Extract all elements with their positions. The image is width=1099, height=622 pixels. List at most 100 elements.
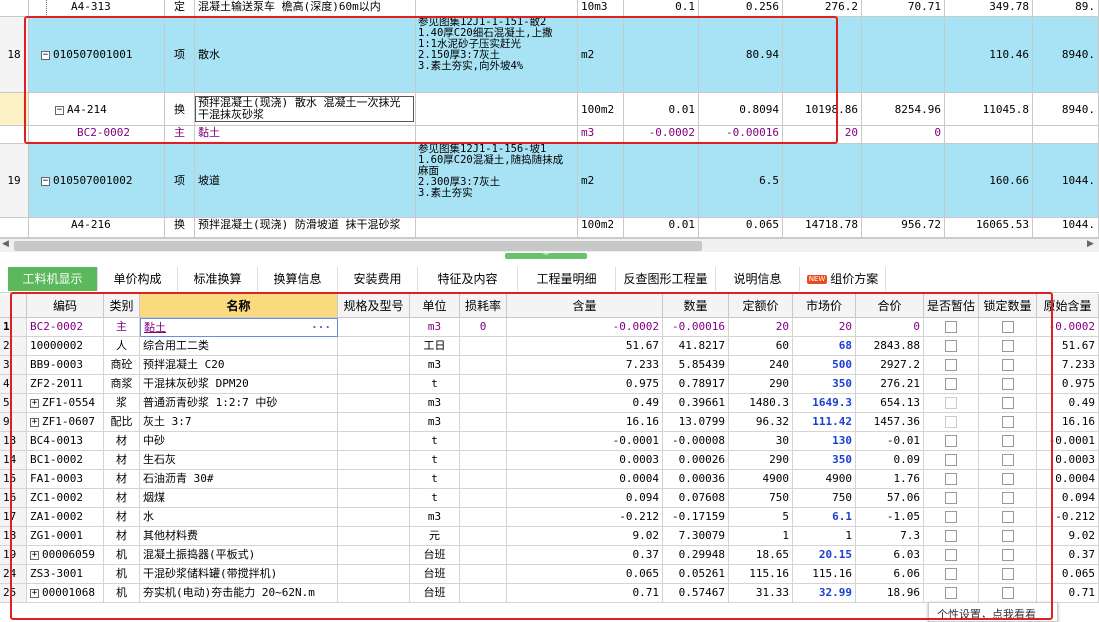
- bill-cell-c3[interactable]: [783, 17, 862, 93]
- column-header-loss[interactable]: 损耗率: [460, 294, 507, 318]
- cell-est[interactable]: [924, 432, 979, 451]
- bill-cell-code[interactable]: BC2-0002: [29, 126, 165, 144]
- cell-lock[interactable]: [979, 337, 1037, 356]
- cell-no[interactable]: 19: [0, 546, 27, 565]
- bill-cell-c5[interactable]: 160.66: [945, 144, 1033, 218]
- scroll-left-arrow[interactable]: ◀: [2, 239, 9, 249]
- scrollbar-thumb[interactable]: [14, 241, 702, 251]
- cell-est[interactable]: [924, 356, 979, 375]
- collapse-toggle-icon[interactable]: −: [55, 105, 64, 115]
- cell-spec[interactable]: [338, 546, 410, 565]
- cell-orig[interactable]: 7.233: [1037, 356, 1099, 375]
- bill-cell-type[interactable]: 主: [165, 126, 195, 144]
- cell-no[interactable]: 13: [0, 432, 27, 451]
- panel-splitter[interactable]: ︾: [0, 252, 1099, 260]
- cell-quota[interactable]: 4900: [729, 470, 793, 489]
- bill-cell-c1[interactable]: 0.1: [624, 0, 699, 17]
- cell-code[interactable]: BB9-0003: [27, 356, 104, 375]
- checkbox[interactable]: [945, 492, 957, 504]
- bill-cell-desc[interactable]: [416, 93, 578, 126]
- cell-name[interactable]: 水: [140, 508, 338, 527]
- bill-cell-c5[interactable]: 349.78: [945, 0, 1033, 17]
- cell-total[interactable]: 7.3: [856, 527, 924, 546]
- cell-lock[interactable]: [979, 489, 1037, 508]
- cell-content[interactable]: -0.212: [507, 508, 663, 527]
- cell-loss[interactable]: [460, 413, 507, 432]
- bill-cell-unit[interactable]: m3: [578, 126, 624, 144]
- checkbox[interactable]: [1001, 473, 1014, 485]
- cell-quota[interactable]: 1: [729, 527, 793, 546]
- column-header-name[interactable]: 名称: [140, 294, 338, 318]
- cell-content[interactable]: 9.02: [507, 527, 663, 546]
- cell-content[interactable]: 0.975: [507, 375, 663, 394]
- checkbox[interactable]: [945, 359, 957, 371]
- cell-type[interactable]: 人: [104, 337, 140, 356]
- bill-cell-unit[interactable]: m2: [578, 144, 624, 218]
- cell-market[interactable]: 111.42: [793, 413, 856, 432]
- cell-est[interactable]: [924, 584, 979, 603]
- cell-no[interactable]: 25: [0, 584, 27, 603]
- scroll-right-arrow[interactable]: ▶: [1087, 239, 1094, 249]
- cell-unit[interactable]: 元: [410, 527, 460, 546]
- checkbox[interactable]: [1001, 359, 1014, 371]
- cell-content[interactable]: 51.67: [507, 337, 663, 356]
- cell-name[interactable]: 生石灰: [140, 451, 338, 470]
- cell-code[interactable]: ZA1-0002: [27, 508, 104, 527]
- cell-unit[interactable]: t: [410, 489, 460, 508]
- cell-lock[interactable]: [979, 527, 1037, 546]
- column-header-type[interactable]: 类别: [104, 294, 140, 318]
- table-row[interactable]: 2 10000002 人综合用工二类 工日 51.67 41.8217 60 68 2843.8…: [0, 337, 1099, 356]
- column-header-spec[interactable]: 规格及型号: [338, 294, 410, 318]
- cell-quota[interactable]: 290: [729, 375, 793, 394]
- cell-loss[interactable]: [460, 489, 507, 508]
- checkbox[interactable]: [1001, 435, 1014, 447]
- checkbox[interactable]: [945, 511, 957, 523]
- cell-lock[interactable]: [979, 546, 1037, 565]
- cell-est[interactable]: [924, 565, 979, 584]
- cell-market[interactable]: 4900: [793, 470, 856, 489]
- collapse-chevron-icon[interactable]: ︾: [505, 253, 587, 260]
- cell-est[interactable]: [924, 375, 979, 394]
- bill-cell-c2[interactable]: -0.00016: [699, 126, 783, 144]
- bill-cell-c5[interactable]: 16065.53: [945, 218, 1033, 238]
- checkbox[interactable]: [945, 435, 957, 447]
- cell-code[interactable]: +00001068: [27, 584, 104, 603]
- cell-lock[interactable]: [979, 356, 1037, 375]
- cell-unit[interactable]: 台班: [410, 584, 460, 603]
- bill-cell-c2[interactable]: 0.8094: [699, 93, 783, 126]
- cell-est[interactable]: [924, 394, 979, 413]
- cell-loss[interactable]: [460, 337, 507, 356]
- bill-cell-c6[interactable]: 8940.: [1033, 17, 1099, 93]
- bill-row[interactable]: 18−010507001001 项散水 参见图集12J1-1-151-散2 1.40…: [0, 17, 1099, 93]
- cell-total[interactable]: 6.06: [856, 565, 924, 584]
- cell-est[interactable]: [924, 337, 979, 356]
- cell-qty[interactable]: -0.00008: [663, 432, 729, 451]
- cell-orig[interactable]: 51.67: [1037, 337, 1099, 356]
- tab-0[interactable]: 工料机显示: [8, 267, 98, 291]
- cell-orig[interactable]: 0.37: [1037, 546, 1099, 565]
- cell-unit[interactable]: t: [410, 451, 460, 470]
- cell-market[interactable]: 20.15: [793, 546, 856, 565]
- cell-name[interactable]: 干混砂浆储料罐(带搅拌机): [140, 565, 338, 584]
- cell-est[interactable]: [924, 527, 979, 546]
- column-header-est[interactable]: 是否暂估: [924, 294, 979, 318]
- cell-orig[interactable]: -0.212: [1037, 508, 1099, 527]
- cell-name[interactable]: 其他材料费: [140, 527, 338, 546]
- cell-code[interactable]: BC1-0002: [27, 451, 104, 470]
- cell-name[interactable]: 普通沥青砂浆 1:2:7 中砂: [140, 394, 338, 413]
- bill-cell-c6[interactable]: 1044.: [1033, 218, 1099, 238]
- cell-unit[interactable]: t: [410, 470, 460, 489]
- expand-toggle-icon[interactable]: +: [30, 550, 39, 560]
- cell-loss[interactable]: [460, 356, 507, 375]
- table-row[interactable]: 17 ZA1-0002 材水 m3 -0.212 -0.17159 5 6.1 -1.05 -0.…: [0, 508, 1099, 527]
- checkbox[interactable]: [1001, 340, 1014, 352]
- bill-cell-c4[interactable]: [862, 144, 945, 218]
- cell-type[interactable]: 商浆: [104, 375, 140, 394]
- bill-cell-c1[interactable]: -0.0002: [624, 126, 699, 144]
- cell-total[interactable]: 0: [856, 318, 924, 337]
- bill-row[interactable]: BC2-0002 主黏土 m3 -0.0002 -0.00016 20 0: [0, 126, 1099, 144]
- tab-9[interactable]: NEW 组价方案: [800, 267, 886, 291]
- cell-content[interactable]: 7.233: [507, 356, 663, 375]
- cell-type[interactable]: 配比: [104, 413, 140, 432]
- cell-total[interactable]: 1457.36: [856, 413, 924, 432]
